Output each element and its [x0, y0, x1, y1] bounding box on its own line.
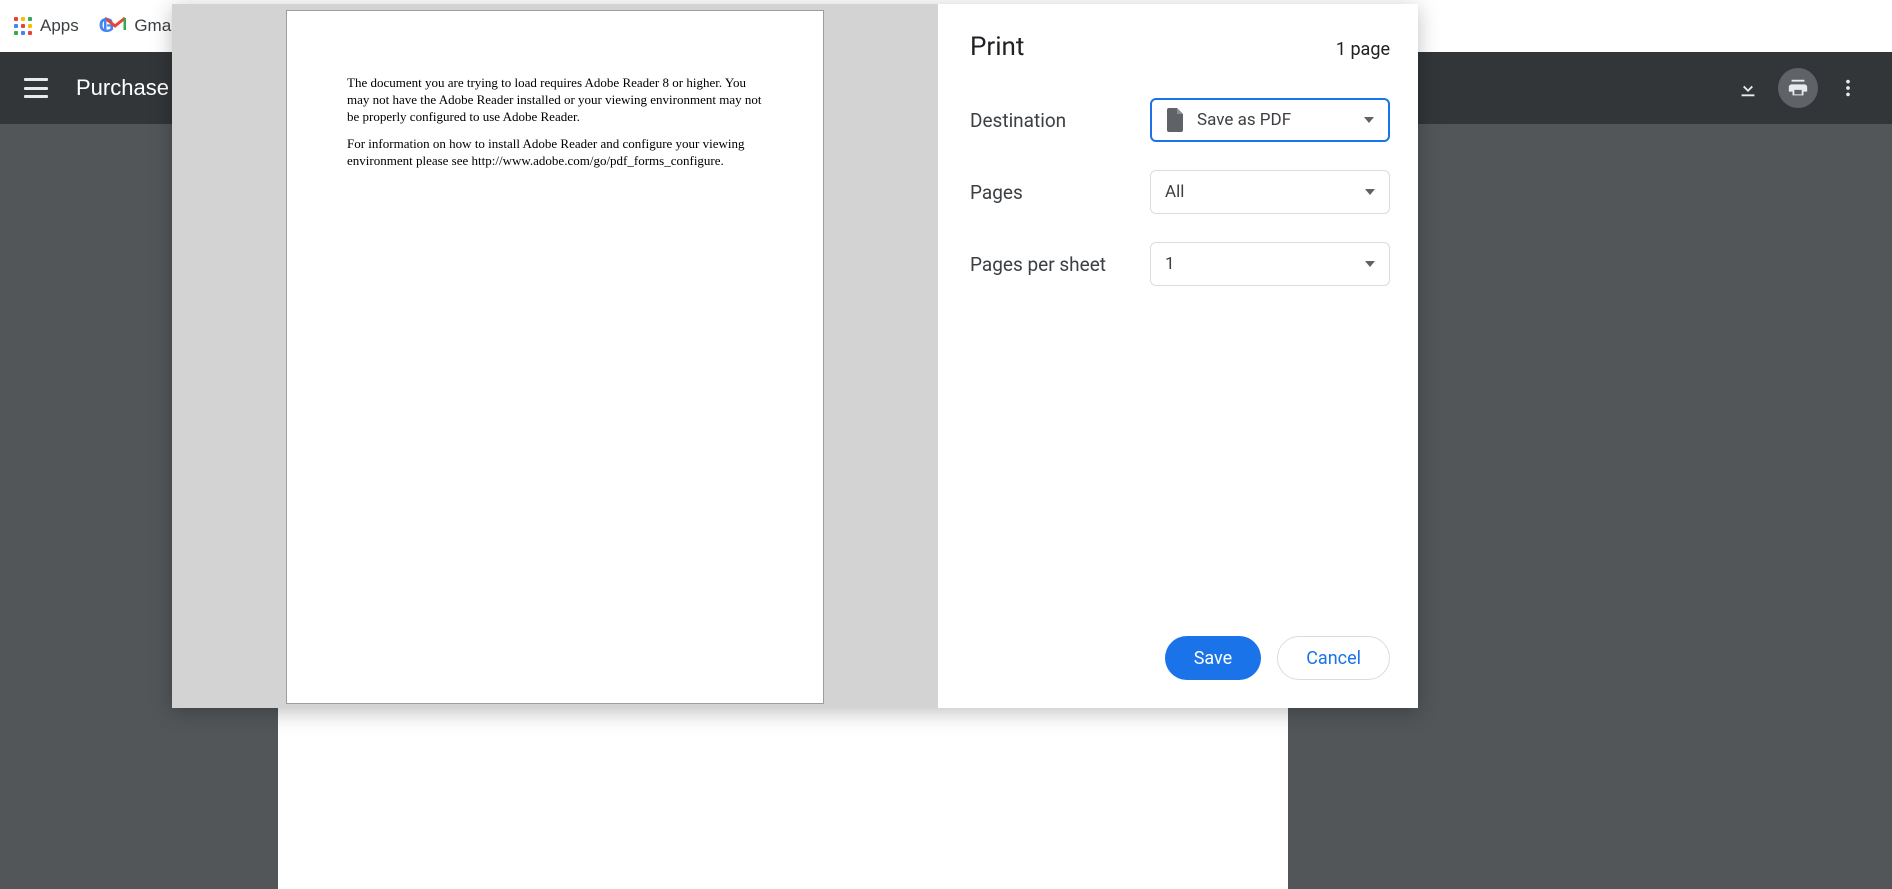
file-icon: [1165, 108, 1185, 132]
destination-row: Destination Save as PDF: [970, 98, 1390, 142]
pages-row: Pages All: [970, 170, 1390, 214]
save-button-label: Save: [1194, 648, 1233, 669]
destination-value: Save as PDF: [1197, 110, 1291, 130]
destination-select[interactable]: Save as PDF: [1150, 98, 1390, 142]
print-dialog: The document you are trying to load requ…: [172, 4, 1418, 708]
print-dialog-title: Print: [970, 32, 1024, 62]
pages-per-sheet-label: Pages per sheet: [970, 253, 1150, 276]
apps-label: Apps: [40, 16, 79, 36]
kebab-menu-icon: [1837, 77, 1859, 99]
pages-per-sheet-row: Pages per sheet 1: [970, 242, 1390, 286]
print-button[interactable]: [1778, 68, 1818, 108]
cancel-button[interactable]: Cancel: [1277, 636, 1390, 680]
pages-per-sheet-value: 1: [1165, 254, 1175, 274]
pages-value: All: [1165, 182, 1184, 202]
more-options-button[interactable]: [1828, 68, 1868, 108]
printer-icon: [1787, 77, 1809, 99]
chevron-down-icon: [1365, 261, 1375, 267]
print-settings-pane: Print 1 page Destination Save as PDF Pag…: [938, 4, 1422, 708]
cancel-button-label: Cancel: [1306, 648, 1361, 669]
gmail-m-icon: [104, 16, 126, 32]
preview-paragraph-2: For information on how to install Adobe …: [347, 136, 763, 170]
download-icon: [1737, 77, 1759, 99]
destination-label: Destination: [970, 109, 1150, 132]
chevron-down-icon: [1365, 189, 1375, 195]
menu-icon[interactable]: [24, 78, 48, 98]
print-preview-pane[interactable]: The document you are trying to load requ…: [172, 4, 938, 708]
apps-grid-icon: [14, 17, 32, 35]
chevron-down-icon: [1364, 117, 1374, 123]
page-count-label: 1 page: [1336, 39, 1390, 60]
apps-shortcut[interactable]: Apps: [14, 16, 79, 36]
preview-page-1: The document you are trying to load requ…: [286, 10, 824, 704]
pages-select[interactable]: All: [1150, 170, 1390, 214]
pages-per-sheet-select[interactable]: 1: [1150, 242, 1390, 286]
pages-label: Pages: [970, 181, 1150, 204]
save-button[interactable]: Save: [1165, 636, 1262, 680]
gmail-shortcut[interactable]: G Gmail: [99, 16, 179, 37]
download-button[interactable]: [1728, 68, 1768, 108]
dialog-footer: Save Cancel: [1165, 636, 1390, 680]
pdf-page-strip: [278, 708, 1288, 889]
preview-paragraph-1: The document you are trying to load requ…: [347, 75, 763, 126]
